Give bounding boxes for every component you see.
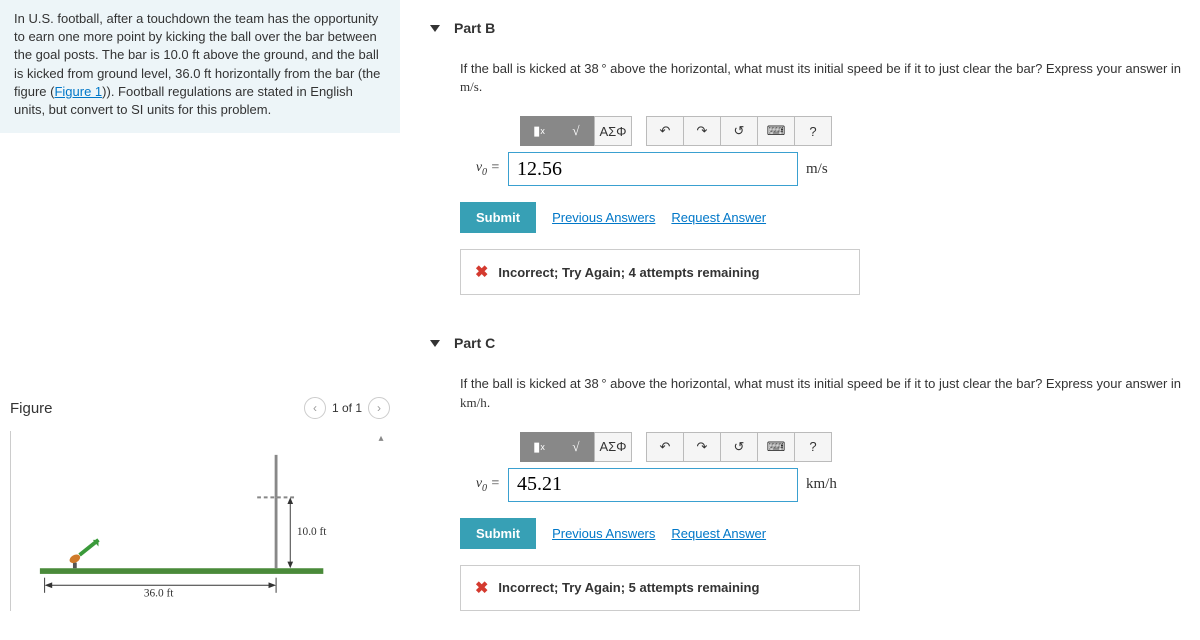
submit-button-c[interactable]: Submit bbox=[460, 518, 536, 549]
collapse-toggle-c[interactable] bbox=[430, 340, 440, 347]
toolbar-b: ▮x √ ΑΣΦ ↶ ↷ ↺ ⌨ ? bbox=[520, 116, 1200, 146]
part-c-title: Part C bbox=[454, 335, 495, 351]
feedback-text-c: Incorrect; Try Again; 5 attempts remaini… bbox=[498, 580, 759, 595]
toolbar-c: ▮x √ ΑΣΦ ↶ ↷ ↺ ⌨ ? bbox=[520, 432, 1200, 462]
reset-button[interactable]: ↺ bbox=[720, 116, 758, 146]
figure-link[interactable]: Figure 1 bbox=[54, 84, 102, 99]
figure-canvas: ▴ 10.0 ft bbox=[10, 431, 390, 611]
unit-label-b: m/s bbox=[806, 161, 828, 178]
previous-answers-c[interactable]: Previous Answers bbox=[552, 526, 655, 541]
var-label-b: v0 = bbox=[460, 160, 500, 178]
keyboard-button[interactable]: ⌨ bbox=[757, 432, 795, 462]
undo-button[interactable]: ↶ bbox=[646, 432, 684, 462]
previous-answers-b[interactable]: Previous Answers bbox=[552, 210, 655, 225]
part-c-question: If the ball is kicked at 38 ° above the … bbox=[460, 375, 1200, 411]
sqrt-button[interactable]: √ bbox=[557, 116, 595, 146]
reset-button[interactable]: ↺ bbox=[720, 432, 758, 462]
greek-button[interactable]: ΑΣΦ bbox=[594, 116, 632, 146]
feedback-text-b: Incorrect; Try Again; 4 attempts remaini… bbox=[498, 265, 759, 280]
redo-button[interactable]: ↷ bbox=[683, 116, 721, 146]
figure-title: Figure bbox=[10, 400, 53, 417]
incorrect-icon: ✖ bbox=[475, 262, 488, 282]
templates-button[interactable]: ▮x bbox=[520, 432, 558, 462]
scroll-up-icon[interactable]: ▴ bbox=[374, 433, 388, 447]
part-b-title: Part B bbox=[454, 20, 495, 36]
pager-next-button[interactable]: › bbox=[368, 397, 390, 419]
collapse-toggle-b[interactable] bbox=[430, 25, 440, 32]
answer-input-c[interactable] bbox=[508, 468, 798, 502]
feedback-b: ✖ Incorrect; Try Again; 4 attempts remai… bbox=[460, 249, 860, 295]
fig-height-label: 10.0 ft bbox=[297, 526, 327, 538]
request-answer-b[interactable]: Request Answer bbox=[671, 210, 766, 225]
feedback-c: ✖ Incorrect; Try Again; 5 attempts remai… bbox=[460, 565, 860, 611]
help-button[interactable]: ? bbox=[794, 432, 832, 462]
help-button[interactable]: ? bbox=[794, 116, 832, 146]
sqrt-button[interactable]: √ bbox=[557, 432, 595, 462]
request-answer-c[interactable]: Request Answer bbox=[671, 526, 766, 541]
part-c: Part C If the ball is kicked at 38 ° abo… bbox=[430, 315, 1200, 630]
figure-pager: ‹ 1 of 1 › bbox=[304, 397, 390, 419]
greek-button[interactable]: ΑΣΦ bbox=[594, 432, 632, 462]
problem-statement: In U.S. football, after a touchdown the … bbox=[0, 0, 400, 133]
templates-button[interactable]: ▮x bbox=[520, 116, 558, 146]
unit-label-c: km/h bbox=[806, 476, 837, 493]
answer-input-b[interactable] bbox=[508, 152, 798, 186]
incorrect-icon: ✖ bbox=[475, 578, 488, 598]
undo-button[interactable]: ↶ bbox=[646, 116, 684, 146]
submit-button-b[interactable]: Submit bbox=[460, 202, 536, 233]
keyboard-button[interactable]: ⌨ bbox=[757, 116, 795, 146]
pager-prev-button[interactable]: ‹ bbox=[304, 397, 326, 419]
fig-dist-label: 36.0 ft bbox=[144, 588, 174, 600]
pager-label: 1 of 1 bbox=[332, 401, 362, 415]
redo-button[interactable]: ↷ bbox=[683, 432, 721, 462]
var-label-c: v0 = bbox=[460, 476, 500, 494]
part-b: Part B If the ball is kicked at 38 ° abo… bbox=[430, 0, 1200, 315]
part-b-question: If the ball is kicked at 38 ° above the … bbox=[460, 60, 1200, 96]
